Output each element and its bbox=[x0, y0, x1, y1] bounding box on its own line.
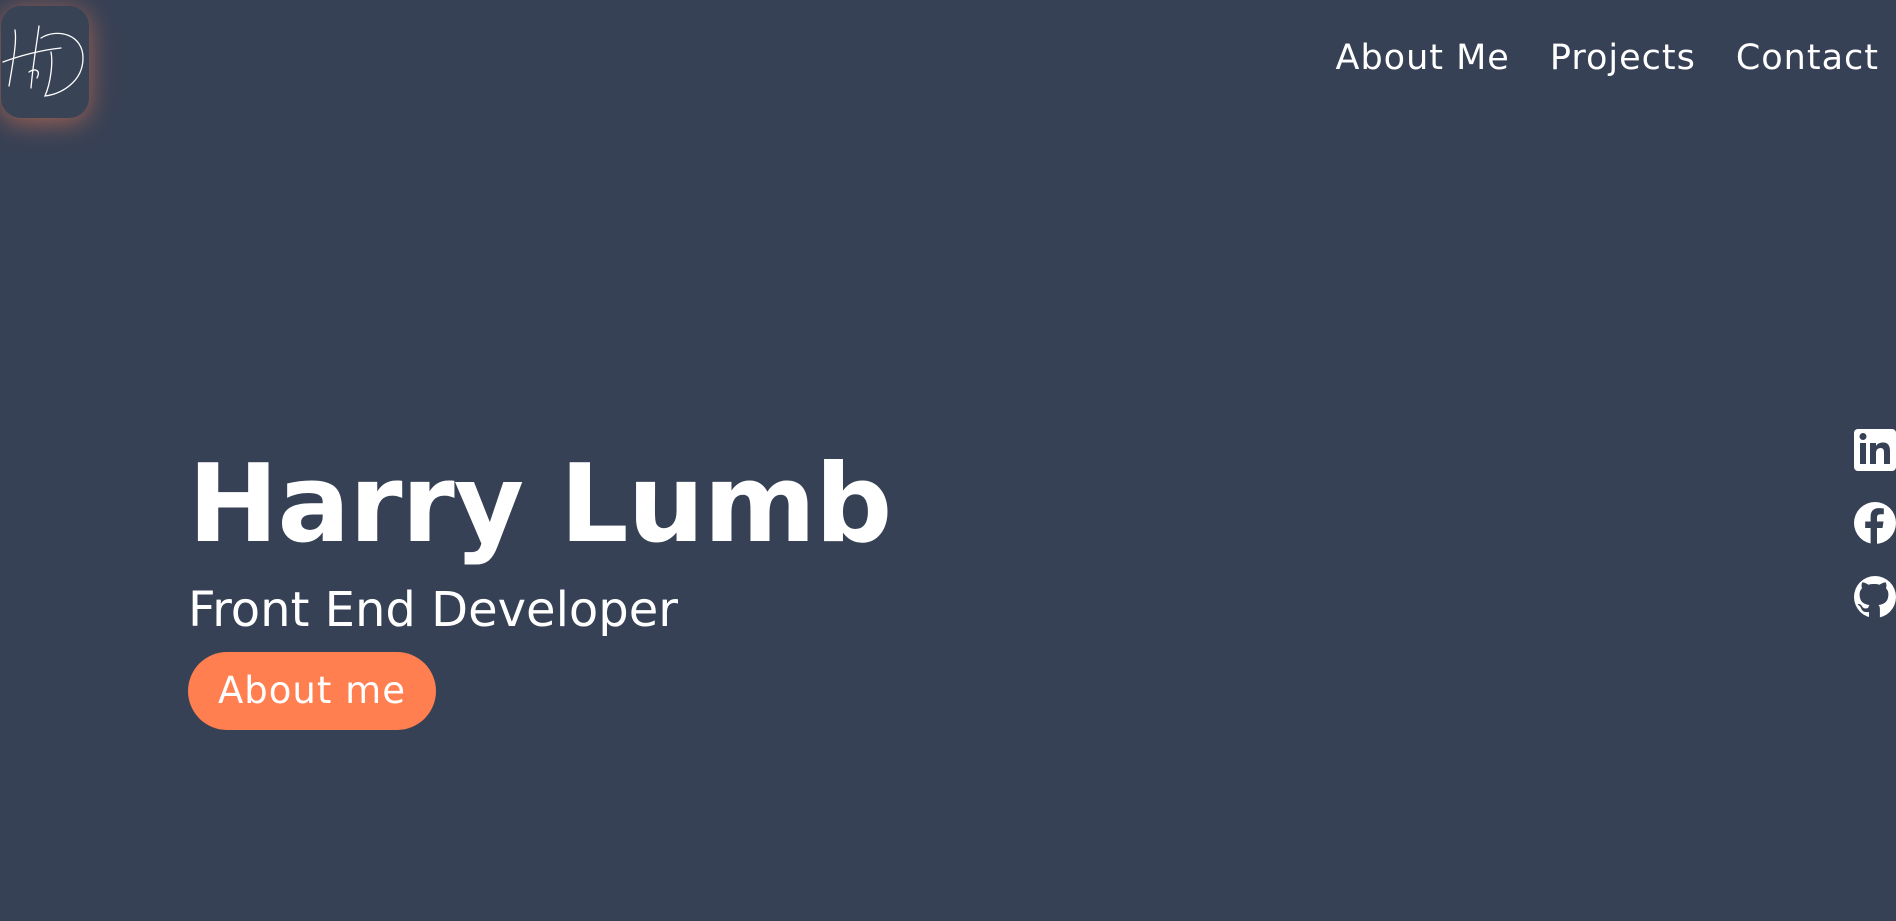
page: About Me Projects Contact Harry Lumb Fro… bbox=[0, 0, 1896, 921]
github-icon bbox=[1854, 576, 1896, 618]
facebook-icon bbox=[1854, 502, 1896, 546]
nav-link-projects[interactable]: Projects bbox=[1550, 34, 1696, 82]
github-link[interactable] bbox=[1852, 574, 1896, 620]
nav-link-contact[interactable]: Contact bbox=[1736, 34, 1879, 82]
nav-link-about-me[interactable]: About Me bbox=[1336, 34, 1510, 82]
main-nav: About Me Projects Contact bbox=[1336, 34, 1880, 82]
hero-title: Harry Lumb bbox=[188, 442, 892, 567]
linkedin-icon bbox=[1854, 429, 1896, 471]
linkedin-link[interactable] bbox=[1852, 426, 1896, 472]
social-links bbox=[1852, 426, 1896, 620]
logo-link[interactable] bbox=[1, 6, 89, 118]
facebook-link[interactable] bbox=[1852, 500, 1896, 546]
hero-subtitle: Front End Developer bbox=[188, 582, 679, 638]
about-me-button[interactable]: About me bbox=[188, 652, 436, 730]
hero-section: Harry Lumb Front End Developer About me bbox=[188, 440, 892, 730]
hd-signature-logo-icon bbox=[2, 25, 84, 97]
